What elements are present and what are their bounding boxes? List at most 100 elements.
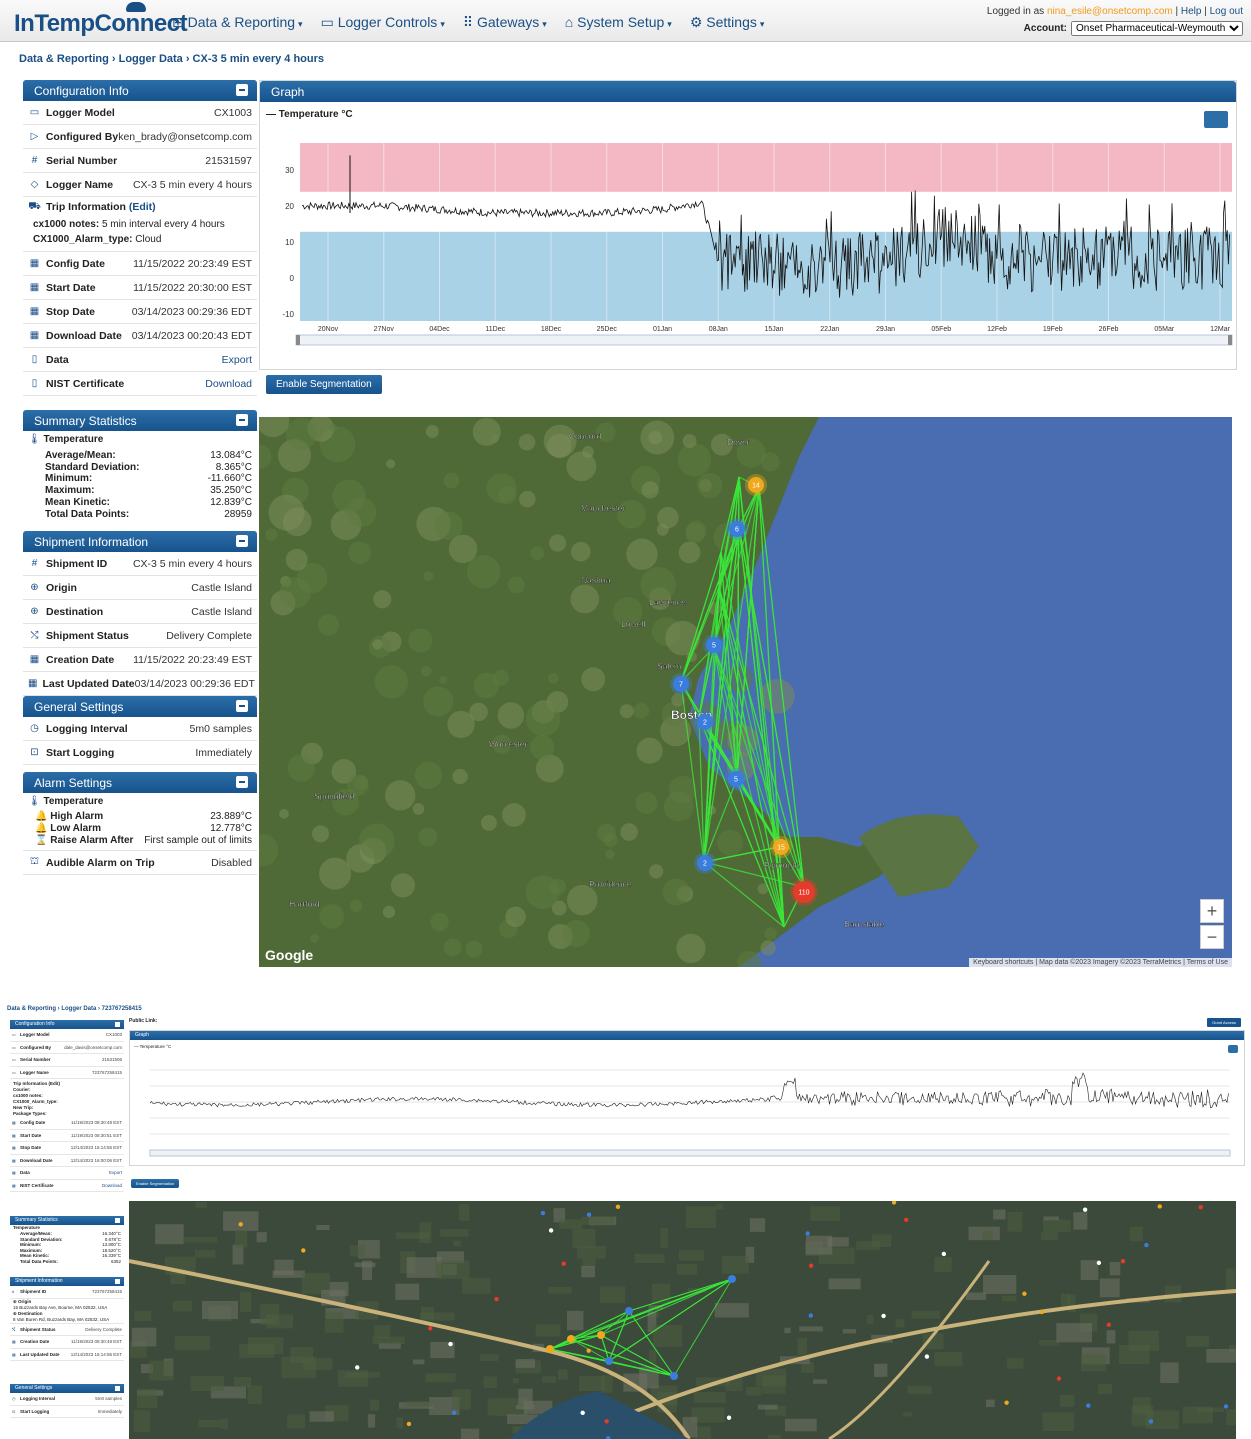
terrain-patch [600,1286,626,1303]
nav-gateways[interactable]: ⠿ Gateways ▾ [463,14,547,31]
nav-settings[interactable]: ⚙ Settings ▾ [690,14,765,31]
collapse-icon[interactable] [115,1022,120,1027]
x-tick-label: 12Feb [987,326,1007,333]
terrain-patch [567,1310,584,1331]
terrain-patch [317,614,340,636]
x-tick-label: 27Nov [374,326,395,333]
nist-download-link[interactable]: Download [205,378,252,390]
terrain-patch [722,1256,749,1274]
terrain-patch [148,1360,174,1381]
x-tick-label: 11Dec [485,326,505,333]
map-cluster-marker[interactable]: 5 [725,768,747,790]
map-cluster-marker[interactable]: 2 [694,852,716,874]
terrain-patch [172,1300,192,1312]
export-link[interactable]: Export [222,354,252,366]
terrain-patch [440,1228,469,1237]
calendar-icon: ▦ [12,1351,16,1357]
poi-marker [881,1313,886,1319]
poi-marker [1086,1403,1091,1408]
breadcrumb[interactable]: Data & Reporting › Logger Data › 7237672… [7,1006,142,1012]
poi-marker [941,1251,947,1257]
terrain-patch [472,417,501,446]
top-navbar: InTempConnect ⊞ Data & Reporting ▾ ▭ Logg… [0,0,1251,42]
breadcrumb[interactable]: Data & Reporting › Logger Data › CX-3 5 … [19,53,324,65]
app-logo[interactable]: InTempConnect [14,2,188,38]
terrain-patch [682,434,697,449]
terrain-patch [434,511,463,540]
map-canvas[interactable]: Concord Dover Manchester Nashua Lowell Lawren… [259,417,1232,967]
terrain-patch [982,1230,993,1240]
map-cluster-marker[interactable]: 110 [790,878,818,906]
terrain-patch [547,433,572,459]
terrain-patch [420,665,432,677]
map-canvas[interactable] [129,1201,1236,1439]
map-cluster-marker[interactable]: 2 [694,711,716,733]
truck-icon: ⛟ [28,200,41,212]
terrain-patch [195,1250,216,1258]
terrain-patch [370,1399,380,1411]
terrain-patch [425,1373,456,1383]
map-cluster-marker[interactable]: 5 [703,634,725,656]
calendar-icon: ▦ [29,306,40,317]
user-email-link[interactable]: nina_esile@onsetcomp.com [1047,6,1173,17]
info-row: ▭ Configured By dale_davis@onsetcomp.com [10,1042,124,1054]
temperature-chart[interactable] [130,1040,1244,1166]
general-settings-panel: General Settings ◷ Logging Interval 5m0 sa… [23,696,257,765]
terrain-patch [408,628,433,653]
navigator-handle-right [1228,335,1232,345]
map-cluster-marker[interactable]: 7 [670,673,692,695]
map-cluster-marker[interactable]: 15 [770,836,792,858]
poi-marker [808,1313,813,1318]
collapse-icon[interactable] [236,414,248,426]
graph-header: Graph [130,1031,1244,1040]
poi-marker [924,1354,930,1359]
terrain-patch [678,541,701,564]
terrain-patch [626,538,658,570]
collapse-icon[interactable] [236,776,248,788]
terrain-patch [676,933,706,963]
panel-header: Alarm Settings [23,772,257,793]
temperature-chart[interactable]: 30 20 10 0 -10 20Nov 27Nov 04Dec 11Dec 18Dec 25Dec… [260,103,1236,369]
nav-logger-controls[interactable]: ▭ Logger Controls ▾ [321,14,445,31]
map-marker [567,1335,575,1343]
map-attribution[interactable]: Keyboard shortcuts | Map data ©2023 Imag… [969,958,1232,967]
x-tick-label: 12Mar [1210,326,1231,333]
trip-edit-link[interactable]: (Edit) [129,201,156,213]
cluster-count: 2 [703,861,707,868]
grant-access-button[interactable]: Grant Access [1207,1018,1241,1027]
logger-icon: ▭ [29,107,40,118]
map-marker [625,1307,633,1315]
nav-data-reporting[interactable]: ⊞ Data & Reporting ▾ [172,14,303,31]
nav-system-setup[interactable]: ⌂ System Setup ▾ [565,14,672,31]
route-map[interactable]: Concord Dover Manchester Nashua Lowell Lawren… [259,417,1232,967]
poi-marker [540,1210,546,1216]
map-cluster-marker[interactable]: 6 [726,518,748,540]
stop-date-row: ▦ Stop Date 03/14/2023 00:29:36 EDT [23,300,257,324]
info-row: ▦ Stop Date 12/14/2023 15:14:56 EST [10,1142,124,1155]
zoom-out-button[interactable]: − [1200,925,1224,949]
terrain-patch [785,1418,817,1432]
collapse-icon[interactable] [115,1279,120,1284]
cluster-count: 7 [679,682,683,689]
terrain-patch [290,1347,313,1364]
collapse-icon[interactable] [115,1218,120,1223]
stat-row: Minimum: -11.660°C [45,473,252,485]
collapse-icon[interactable] [115,1386,120,1391]
enable-segmentation-button[interactable]: Enable Segmentation [266,375,382,394]
help-link[interactable]: Help [1181,6,1202,17]
terrain-patch [349,1245,365,1257]
account-select[interactable]: Onset Pharmaceutical-Weymouth [1071,21,1243,36]
collapse-icon[interactable] [236,84,248,96]
trip-info-label[interactable]: Trip Information (Edit) [10,1079,124,1087]
map-cluster-marker[interactable]: 14 [745,474,767,496]
route-line [549,1310,630,1350]
collapse-icon[interactable] [236,535,248,547]
route-map[interactable] [129,1201,1236,1439]
globe-icon: ⊕ [30,582,39,593]
zoom-in-button[interactable]: + [1200,899,1224,923]
x-tick-label: 20Nov [318,326,339,333]
cloud-icon [126,2,146,12]
enable-segmentation-button[interactable]: Enable Segmentation [131,1179,180,1188]
logout-link[interactable]: Log out [1210,6,1243,17]
collapse-icon[interactable] [236,700,248,712]
